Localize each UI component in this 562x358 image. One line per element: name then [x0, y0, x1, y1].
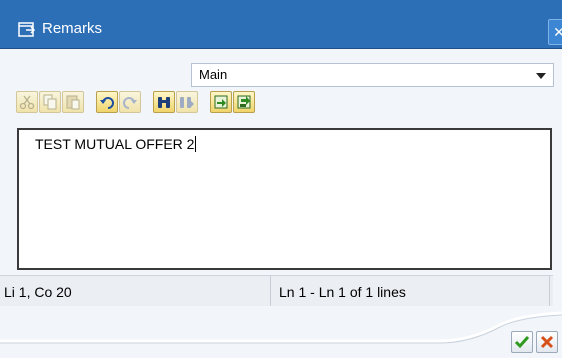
editor-content: TEST MUTUAL OFFER 2: [35, 136, 197, 152]
text-section-dropdown[interactable]: Main: [191, 63, 554, 87]
undo-button[interactable]: [96, 91, 118, 113]
find-next-icon: [180, 97, 194, 108]
paste-button[interactable]: [62, 91, 84, 113]
paste-icon: [66, 95, 80, 110]
load-local-file-icon: [214, 95, 228, 109]
copy-button[interactable]: [39, 91, 61, 113]
close-button[interactable]: ✕: [548, 19, 562, 45]
text-caret: [195, 136, 197, 152]
save-local-file-button[interactable]: [233, 91, 255, 113]
load-local-file-button[interactable]: [210, 91, 232, 113]
checkmark-icon: [514, 336, 530, 349]
remarks-text-editor[interactable]: TEST MUTUAL OFFER 2: [17, 128, 552, 270]
line-range-text: Ln 1 - Ln 1 of 1 lines: [279, 284, 406, 300]
window-icon: [18, 22, 36, 38]
dialog-title: Remarks: [42, 20, 103, 37]
cancel-x-icon: [540, 335, 554, 349]
status-bar: Li 1, Co 20 Ln 1 - Ln 1 of 1 lines: [0, 275, 553, 306]
undo-icon: [100, 97, 114, 109]
redo-icon: [123, 97, 137, 109]
dropdown-selected-value: Main: [199, 67, 228, 82]
cut-icon: [19, 95, 35, 110]
find-icon: [158, 97, 170, 108]
find-next-button[interactable]: [176, 91, 198, 113]
ok-button[interactable]: [511, 331, 533, 353]
cursor-position-field: Li 1, Co 20: [0, 276, 271, 306]
dialog-titlebar: Remarks ✕: [0, 0, 562, 49]
cut-button[interactable]: [16, 91, 38, 113]
redo-button[interactable]: [119, 91, 141, 113]
editor-text-line: TEST MUTUAL OFFER 2: [35, 136, 195, 152]
cancel-button[interactable]: [536, 331, 558, 353]
footer-decoration: [0, 311, 562, 344]
chevron-down-icon[interactable]: [536, 73, 546, 79]
cursor-position-text: Li 1, Co 20: [4, 284, 72, 300]
save-local-file-icon: [237, 95, 251, 109]
line-range-field: Ln 1 - Ln 1 of 1 lines: [271, 276, 550, 306]
find-button[interactable]: [153, 91, 175, 113]
copy-icon: [43, 94, 57, 110]
